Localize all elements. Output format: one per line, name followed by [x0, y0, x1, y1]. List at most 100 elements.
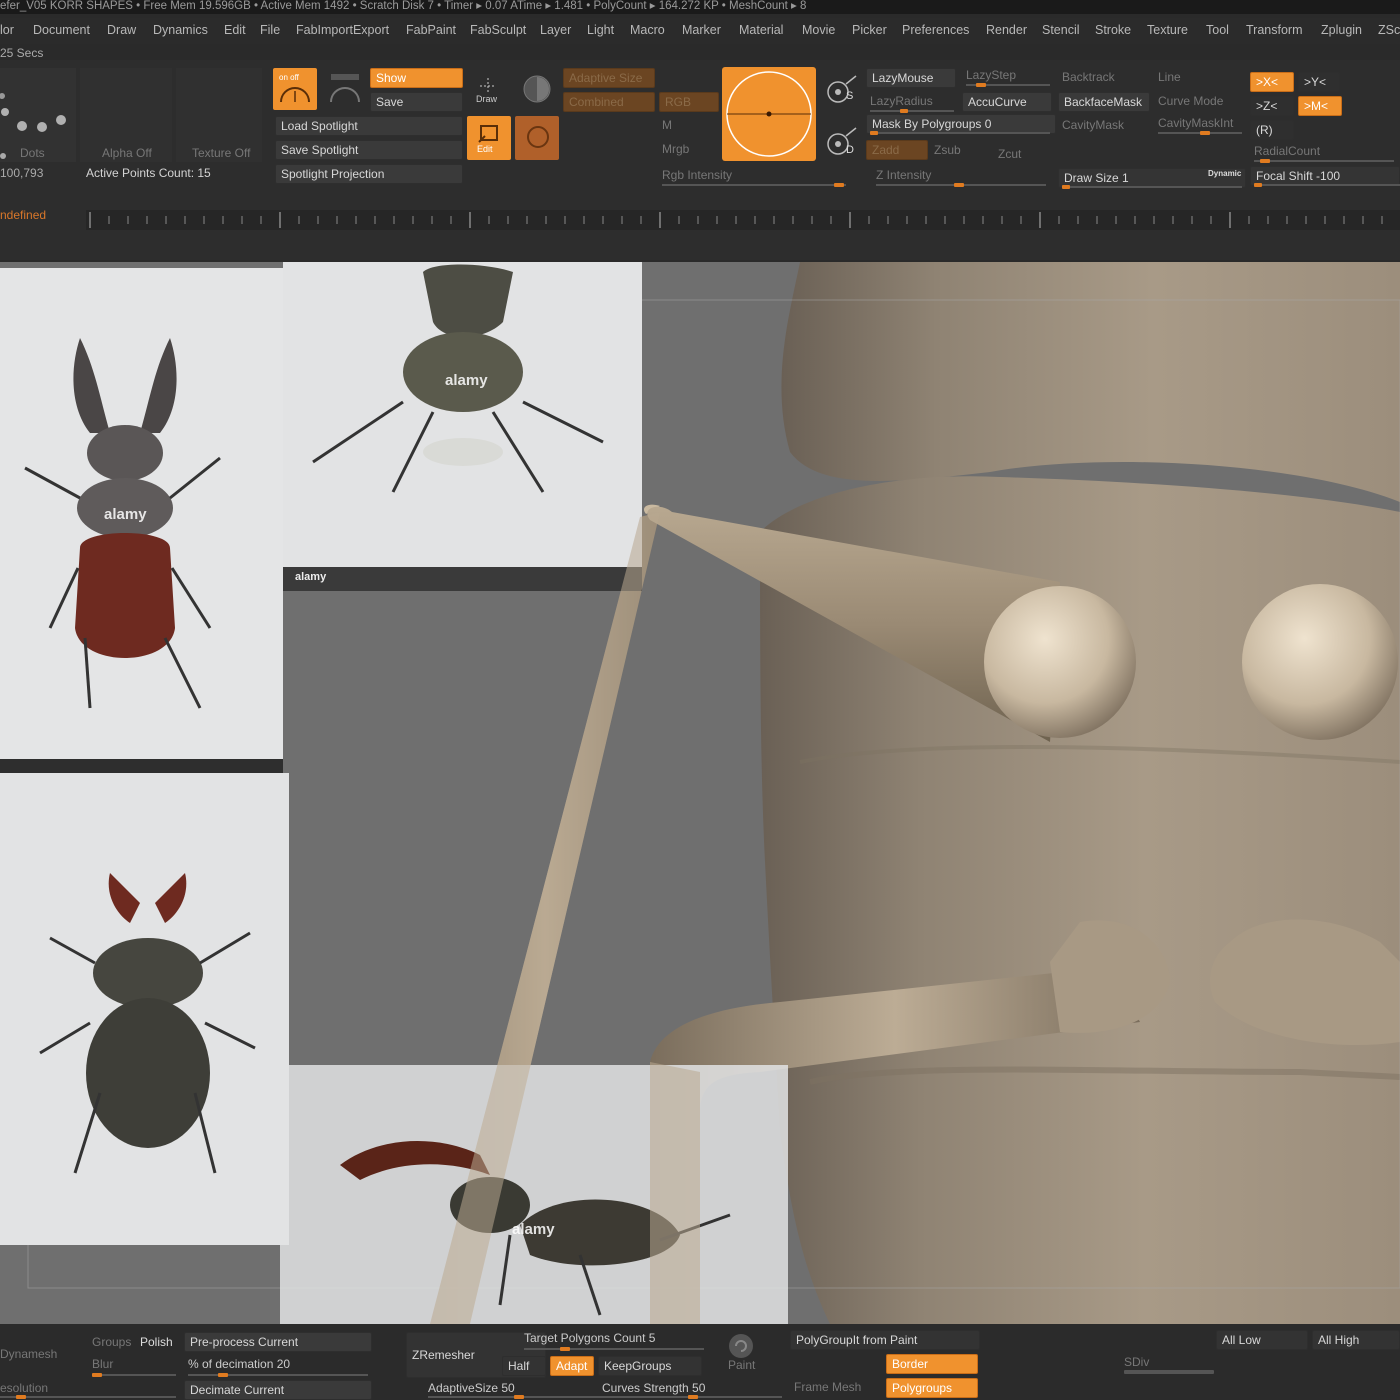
spotlight-toggle[interactable]: on off	[273, 68, 317, 110]
menu-stencil[interactable]: Stencil	[1042, 23, 1080, 37]
spotlight-projection-button[interactable]: Spotlight Projection	[275, 164, 463, 184]
symmetry-x-button[interactable]: >X<	[1250, 72, 1294, 92]
menu-picker[interactable]: Picker	[852, 23, 887, 37]
radial-count-slider[interactable]	[1254, 159, 1394, 163]
curves-strength-slider[interactable]	[602, 1395, 782, 1399]
symmetry-y-button[interactable]: >Y<	[1298, 72, 1340, 92]
radial-count-label[interactable]: RadialCount	[1254, 144, 1320, 158]
menu-macro[interactable]: Macro	[630, 23, 665, 37]
z-intensity-slider[interactable]	[876, 183, 1046, 187]
focal-shift-control[interactable]: Focal Shift -100	[1250, 166, 1400, 186]
draw-size-slider[interactable]	[1062, 185, 1242, 189]
polygroups-button[interactable]: Polygroups	[886, 1378, 978, 1398]
save-spotlight-button[interactable]: Save Spotlight	[275, 140, 463, 160]
adaptive-size-button[interactable]: Adaptive Size	[563, 68, 655, 88]
save-button[interactable]: Save	[370, 92, 463, 112]
menu-dynamics[interactable]: Dynamics	[153, 23, 208, 37]
menu-color[interactable]: lor	[0, 23, 14, 37]
edit-mode-button[interactable]: Edit	[467, 116, 511, 160]
menu-document[interactable]: Document	[33, 23, 90, 37]
combined-button[interactable]: Combined	[563, 92, 655, 112]
menu-transform[interactable]: Transform	[1246, 23, 1303, 37]
zadd-button[interactable]: Zadd	[866, 140, 928, 160]
show-button[interactable]: Show	[370, 68, 463, 88]
menu-zplugin[interactable]: Zplugin	[1321, 23, 1362, 37]
dynamic-toggle[interactable]: Dynamic	[1208, 169, 1241, 178]
menu-texture[interactable]: Texture	[1147, 23, 1188, 37]
menu-edit[interactable]: Edit	[224, 23, 246, 37]
menu-layer[interactable]: Layer	[540, 23, 571, 37]
load-spotlight-button[interactable]: Load Spotlight	[275, 116, 463, 136]
blur-slider[interactable]	[92, 1373, 176, 1377]
zcut-button[interactable]: Zcut	[998, 147, 1021, 161]
half-button[interactable]: Half	[502, 1356, 546, 1376]
canvas-viewport[interactable]: alamy alamy alamy alamy	[0, 262, 1400, 1324]
all-high-button[interactable]: All High	[1312, 1330, 1400, 1350]
lazystep-label[interactable]: LazyStep	[966, 68, 1016, 82]
adaptive-size-label[interactable]: AdaptiveSize 50	[428, 1381, 515, 1395]
brush-size-indicator[interactable]	[722, 67, 816, 161]
sdiv-slider[interactable]	[1124, 1370, 1214, 1374]
keepgroups-button[interactable]: KeepGroups	[598, 1356, 702, 1376]
menu-zscript[interactable]: ZSc	[1378, 23, 1400, 37]
resolution-label[interactable]: esolution	[0, 1381, 48, 1395]
dynamesh-button[interactable]: Dynamesh	[0, 1347, 57, 1361]
mask-polygroups-slider[interactable]	[870, 131, 1050, 135]
decimate-current-button[interactable]: Decimate Current	[184, 1380, 372, 1400]
move-mode-button[interactable]	[515, 116, 559, 160]
menu-movie[interactable]: Movie	[802, 23, 835, 37]
cavitymaskint-label[interactable]: CavityMaskInt	[1158, 116, 1233, 130]
target-polygons-slider[interactable]	[524, 1347, 704, 1351]
adaptive-size-slider[interactable]	[428, 1395, 608, 1399]
rgb-intensity-label[interactable]: Rgb Intensity	[662, 168, 732, 182]
cavitymaskint-slider[interactable]	[1158, 131, 1242, 135]
d-stroke-button[interactable]: D	[824, 126, 860, 162]
menu-stroke[interactable]: Stroke	[1095, 23, 1131, 37]
groups-button[interactable]: Groups	[92, 1335, 131, 1349]
stroke-thumbnail[interactable]: Dots	[0, 68, 76, 162]
menu-light[interactable]: Light	[587, 23, 614, 37]
menu-fabpaint[interactable]: FabPaint	[406, 23, 456, 37]
symmetry-z-button[interactable]: >Z<	[1250, 96, 1294, 116]
timeline-track[interactable]	[86, 210, 1400, 230]
curve-mode-button[interactable]: Curve Mode	[1158, 94, 1223, 108]
border-button[interactable]: Border	[886, 1354, 978, 1374]
alpha-thumbnail[interactable]: Alpha Off	[80, 68, 172, 162]
accucurve-button[interactable]: AccuCurve	[962, 92, 1052, 112]
blur-label[interactable]: Blur	[92, 1357, 113, 1371]
material-sphere-button[interactable]	[522, 74, 552, 104]
all-low-button[interactable]: All Low	[1216, 1330, 1308, 1350]
z-intensity-label[interactable]: Z Intensity	[876, 168, 931, 182]
lazystep-slider[interactable]	[966, 83, 1050, 87]
menu-fabimportexport[interactable]: FabImportExport	[296, 23, 389, 37]
mrgb-label[interactable]: Mrgb	[662, 142, 689, 156]
polygroupit-from-paint-button[interactable]: PolyGroupIt from Paint	[790, 1330, 980, 1350]
cavitymask-button[interactable]: CavityMask	[1062, 118, 1124, 132]
focal-shift-slider[interactable]	[1254, 183, 1400, 187]
sdiv-label[interactable]: SDiv	[1124, 1355, 1149, 1369]
line-button[interactable]: Line	[1158, 70, 1181, 84]
menu-render[interactable]: Render	[986, 23, 1027, 37]
decimation-label[interactable]: % of decimation 20	[188, 1357, 290, 1371]
menu-file[interactable]: File	[260, 23, 280, 37]
spotlight-dial-gray[interactable]	[327, 70, 363, 106]
symmetry-radial-button[interactable]: (R)	[1250, 120, 1294, 140]
preprocess-current-button[interactable]: Pre-process Current	[184, 1332, 372, 1352]
rgb-intensity-slider[interactable]	[662, 183, 846, 187]
lazyradius-slider[interactable]	[870, 109, 954, 113]
backtrack-button[interactable]: Backtrack	[1062, 70, 1115, 84]
lazymouse-button[interactable]: LazyMouse	[866, 68, 956, 88]
frame-mesh-button[interactable]: Frame Mesh	[794, 1380, 861, 1394]
menu-material[interactable]: Material	[739, 23, 783, 37]
menu-preferences[interactable]: Preferences	[902, 23, 969, 37]
resolution-slider[interactable]	[0, 1395, 176, 1399]
s-stroke-button[interactable]: S	[824, 74, 860, 110]
zsub-button[interactable]: Zsub	[934, 143, 961, 157]
target-polygons-label[interactable]: Target Polygons Count 5	[524, 1331, 655, 1345]
mask-by-polygroups[interactable]: Mask By Polygroups 0	[866, 114, 1056, 134]
curves-strength-label[interactable]: Curves Strength 50	[602, 1381, 705, 1395]
menu-marker[interactable]: Marker	[682, 23, 721, 37]
backfacemask-button[interactable]: BackfaceMask	[1058, 92, 1150, 112]
polish-button[interactable]: Polish	[140, 1335, 173, 1349]
menu-tool[interactable]: Tool	[1206, 23, 1229, 37]
